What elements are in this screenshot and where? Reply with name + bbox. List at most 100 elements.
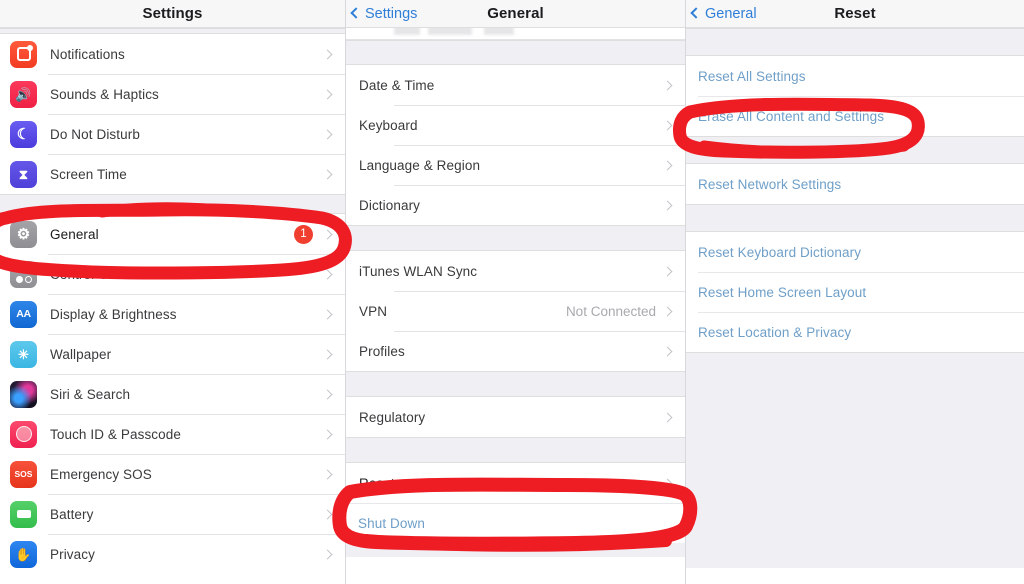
general-item-shut-down[interactable]: Shut Down — [346, 503, 685, 543]
sidebar-item-label: Sounds & Haptics — [50, 86, 159, 102]
general-item-dictionary[interactable]: Dictionary — [346, 185, 685, 225]
battery-icon — [10, 500, 37, 528]
sidebar-item-label: Emergency SOS — [50, 466, 152, 482]
general-gear-icon: ⚙ — [10, 220, 37, 248]
chevron-right-icon — [322, 309, 333, 319]
chevron-right-icon — [322, 269, 333, 279]
general-item-profiles[interactable]: Profiles — [346, 331, 685, 371]
list-group-gap — [686, 204, 1024, 232]
sidebar-item-wallpaper[interactable]: ✳ Wallpaper — [0, 334, 345, 374]
chevron-right-icon — [662, 412, 673, 422]
siri-search-icon — [10, 380, 37, 408]
list-group-gap — [346, 225, 685, 251]
reset-item-reset-location-privacy[interactable]: Reset Location & Privacy — [686, 312, 1024, 352]
chevron-right-icon — [322, 509, 333, 519]
list-item-label: Reset Keyboard Dictionary — [698, 244, 862, 260]
general-item-date-time[interactable]: Date & Time — [346, 65, 685, 105]
settings-list: Notifications 🔊 Sounds & Haptics ☾ Do No… — [0, 28, 345, 574]
list-item-label: iTunes WLAN Sync — [359, 263, 478, 279]
reset-list: Reset All Settings Erase All Content and… — [686, 28, 1024, 568]
list-item-value: Not Connected — [565, 303, 656, 319]
chevron-right-icon — [322, 549, 333, 559]
sidebar-item-general[interactable]: ⚙ General 1 — [0, 214, 345, 254]
chevron-right-icon — [322, 169, 333, 179]
chevron-right-icon — [662, 346, 673, 356]
settings-navbar: Settings — [0, 0, 345, 28]
sidebar-item-siri-search[interactable]: Siri & Search — [0, 374, 345, 414]
sidebar-item-control-center[interactable]: Control Center — [0, 254, 345, 294]
page-title: General — [487, 5, 544, 22]
chevron-right-icon — [322, 389, 333, 399]
general-list: Date & Time Keyboard Language & Region D… — [346, 28, 685, 557]
page-title: Settings — [142, 5, 203, 22]
sidebar-item-sounds-haptics[interactable]: 🔊 Sounds & Haptics — [0, 74, 345, 114]
screen-time-icon: ⧗ — [10, 160, 37, 188]
chevron-right-icon — [322, 229, 333, 239]
general-item-regulatory[interactable]: Regulatory — [346, 397, 685, 437]
list-group-gap — [686, 28, 1024, 56]
reset-item-reset-keyboard-dictionary[interactable]: Reset Keyboard Dictionary — [686, 232, 1024, 272]
settings-panel: Settings Notifications 🔊 Sounds & Haptic… — [0, 0, 345, 584]
chevron-right-icon — [322, 49, 333, 59]
sidebar-item-do-not-disturb[interactable]: ☾ Do Not Disturb — [0, 114, 345, 154]
chevron-right-icon — [322, 89, 333, 99]
back-button-settings[interactable]: Settings — [350, 0, 417, 27]
list-item-label: Keyboard — [359, 117, 418, 133]
general-item-itunes-wlan-sync[interactable]: iTunes WLAN Sync — [346, 251, 685, 291]
sidebar-item-notifications[interactable]: Notifications — [0, 34, 345, 74]
general-item-reset[interactable]: Reset — [346, 463, 685, 503]
list-item-label: Reset — [359, 475, 395, 491]
list-item-label: Regulatory — [359, 409, 426, 425]
chevron-right-icon — [662, 266, 673, 276]
privacy-icon: ✋ — [10, 540, 37, 568]
list-item-label: Reset Location & Privacy — [698, 324, 852, 340]
screenshot-root: Settings Notifications 🔊 Sounds & Haptic… — [0, 0, 1024, 584]
sidebar-item-display-brightness[interactable]: AA Display & Brightness — [0, 294, 345, 334]
partially-scrolled-row — [346, 28, 685, 40]
sidebar-item-label: Wallpaper — [50, 346, 112, 362]
list-item-label: Reset Network Settings — [698, 176, 842, 192]
sidebar-item-label: Display & Brightness — [50, 306, 177, 322]
sidebar-item-screen-time[interactable]: ⧗ Screen Time — [0, 154, 345, 194]
chevron-right-icon — [662, 160, 673, 170]
page-title: Reset — [834, 5, 876, 22]
control-center-icon — [10, 260, 37, 288]
general-panel: Settings General Date & Time Keyboard La… — [345, 0, 685, 584]
chevron-right-icon — [662, 200, 673, 210]
list-item-label: Erase All Content and Settings — [698, 108, 885, 124]
reset-item-reset-all-settings[interactable]: Reset All Settings — [686, 56, 1024, 96]
list-item-label: Reset All Settings — [698, 68, 806, 84]
sidebar-item-emergency-sos[interactable]: SOS Emergency SOS — [0, 454, 345, 494]
sounds-haptics-icon: 🔊 — [10, 80, 37, 108]
chevron-right-icon — [322, 469, 333, 479]
reset-item-reset-home-screen-layout[interactable]: Reset Home Screen Layout — [686, 272, 1024, 312]
reset-item-erase-all-content-and-settings[interactable]: Erase All Content and Settings — [686, 96, 1024, 136]
sidebar-item-label: General — [50, 226, 99, 242]
general-item-keyboard[interactable]: Keyboard — [346, 105, 685, 145]
list-group-gap — [686, 352, 1024, 568]
sidebar-item-touch-id-passcode[interactable]: Touch ID & Passcode — [0, 414, 345, 454]
display-brightness-icon: AA — [10, 300, 37, 328]
general-item-language-region[interactable]: Language & Region — [346, 145, 685, 185]
touch-id-passcode-icon — [10, 420, 37, 448]
chevron-right-icon — [322, 429, 333, 439]
sidebar-item-label: Do Not Disturb — [50, 126, 140, 142]
chevron-right-icon — [662, 478, 673, 488]
sidebar-item-privacy[interactable]: ✋ Privacy — [0, 534, 345, 574]
sidebar-item-label: Battery — [50, 506, 94, 522]
emergency-sos-icon: SOS — [10, 460, 37, 488]
general-item-vpn[interactable]: VPN Not Connected — [346, 291, 685, 331]
list-item-label: Language & Region — [359, 157, 481, 173]
general-navbar: Settings General — [346, 0, 685, 28]
wallpaper-icon: ✳ — [10, 340, 37, 368]
list-group-gap — [346, 371, 685, 397]
back-button-general[interactable]: General — [690, 0, 757, 27]
do-not-disturb-icon: ☾ — [10, 120, 37, 148]
back-button-label: General — [705, 5, 757, 22]
sidebar-item-label: Touch ID & Passcode — [50, 426, 181, 442]
sidebar-item-label: Screen Time — [50, 166, 127, 182]
chevron-right-icon — [662, 120, 673, 130]
reset-item-reset-network-settings[interactable]: Reset Network Settings — [686, 164, 1024, 204]
sidebar-item-battery[interactable]: Battery — [0, 494, 345, 534]
sidebar-item-label: Privacy — [50, 546, 95, 562]
